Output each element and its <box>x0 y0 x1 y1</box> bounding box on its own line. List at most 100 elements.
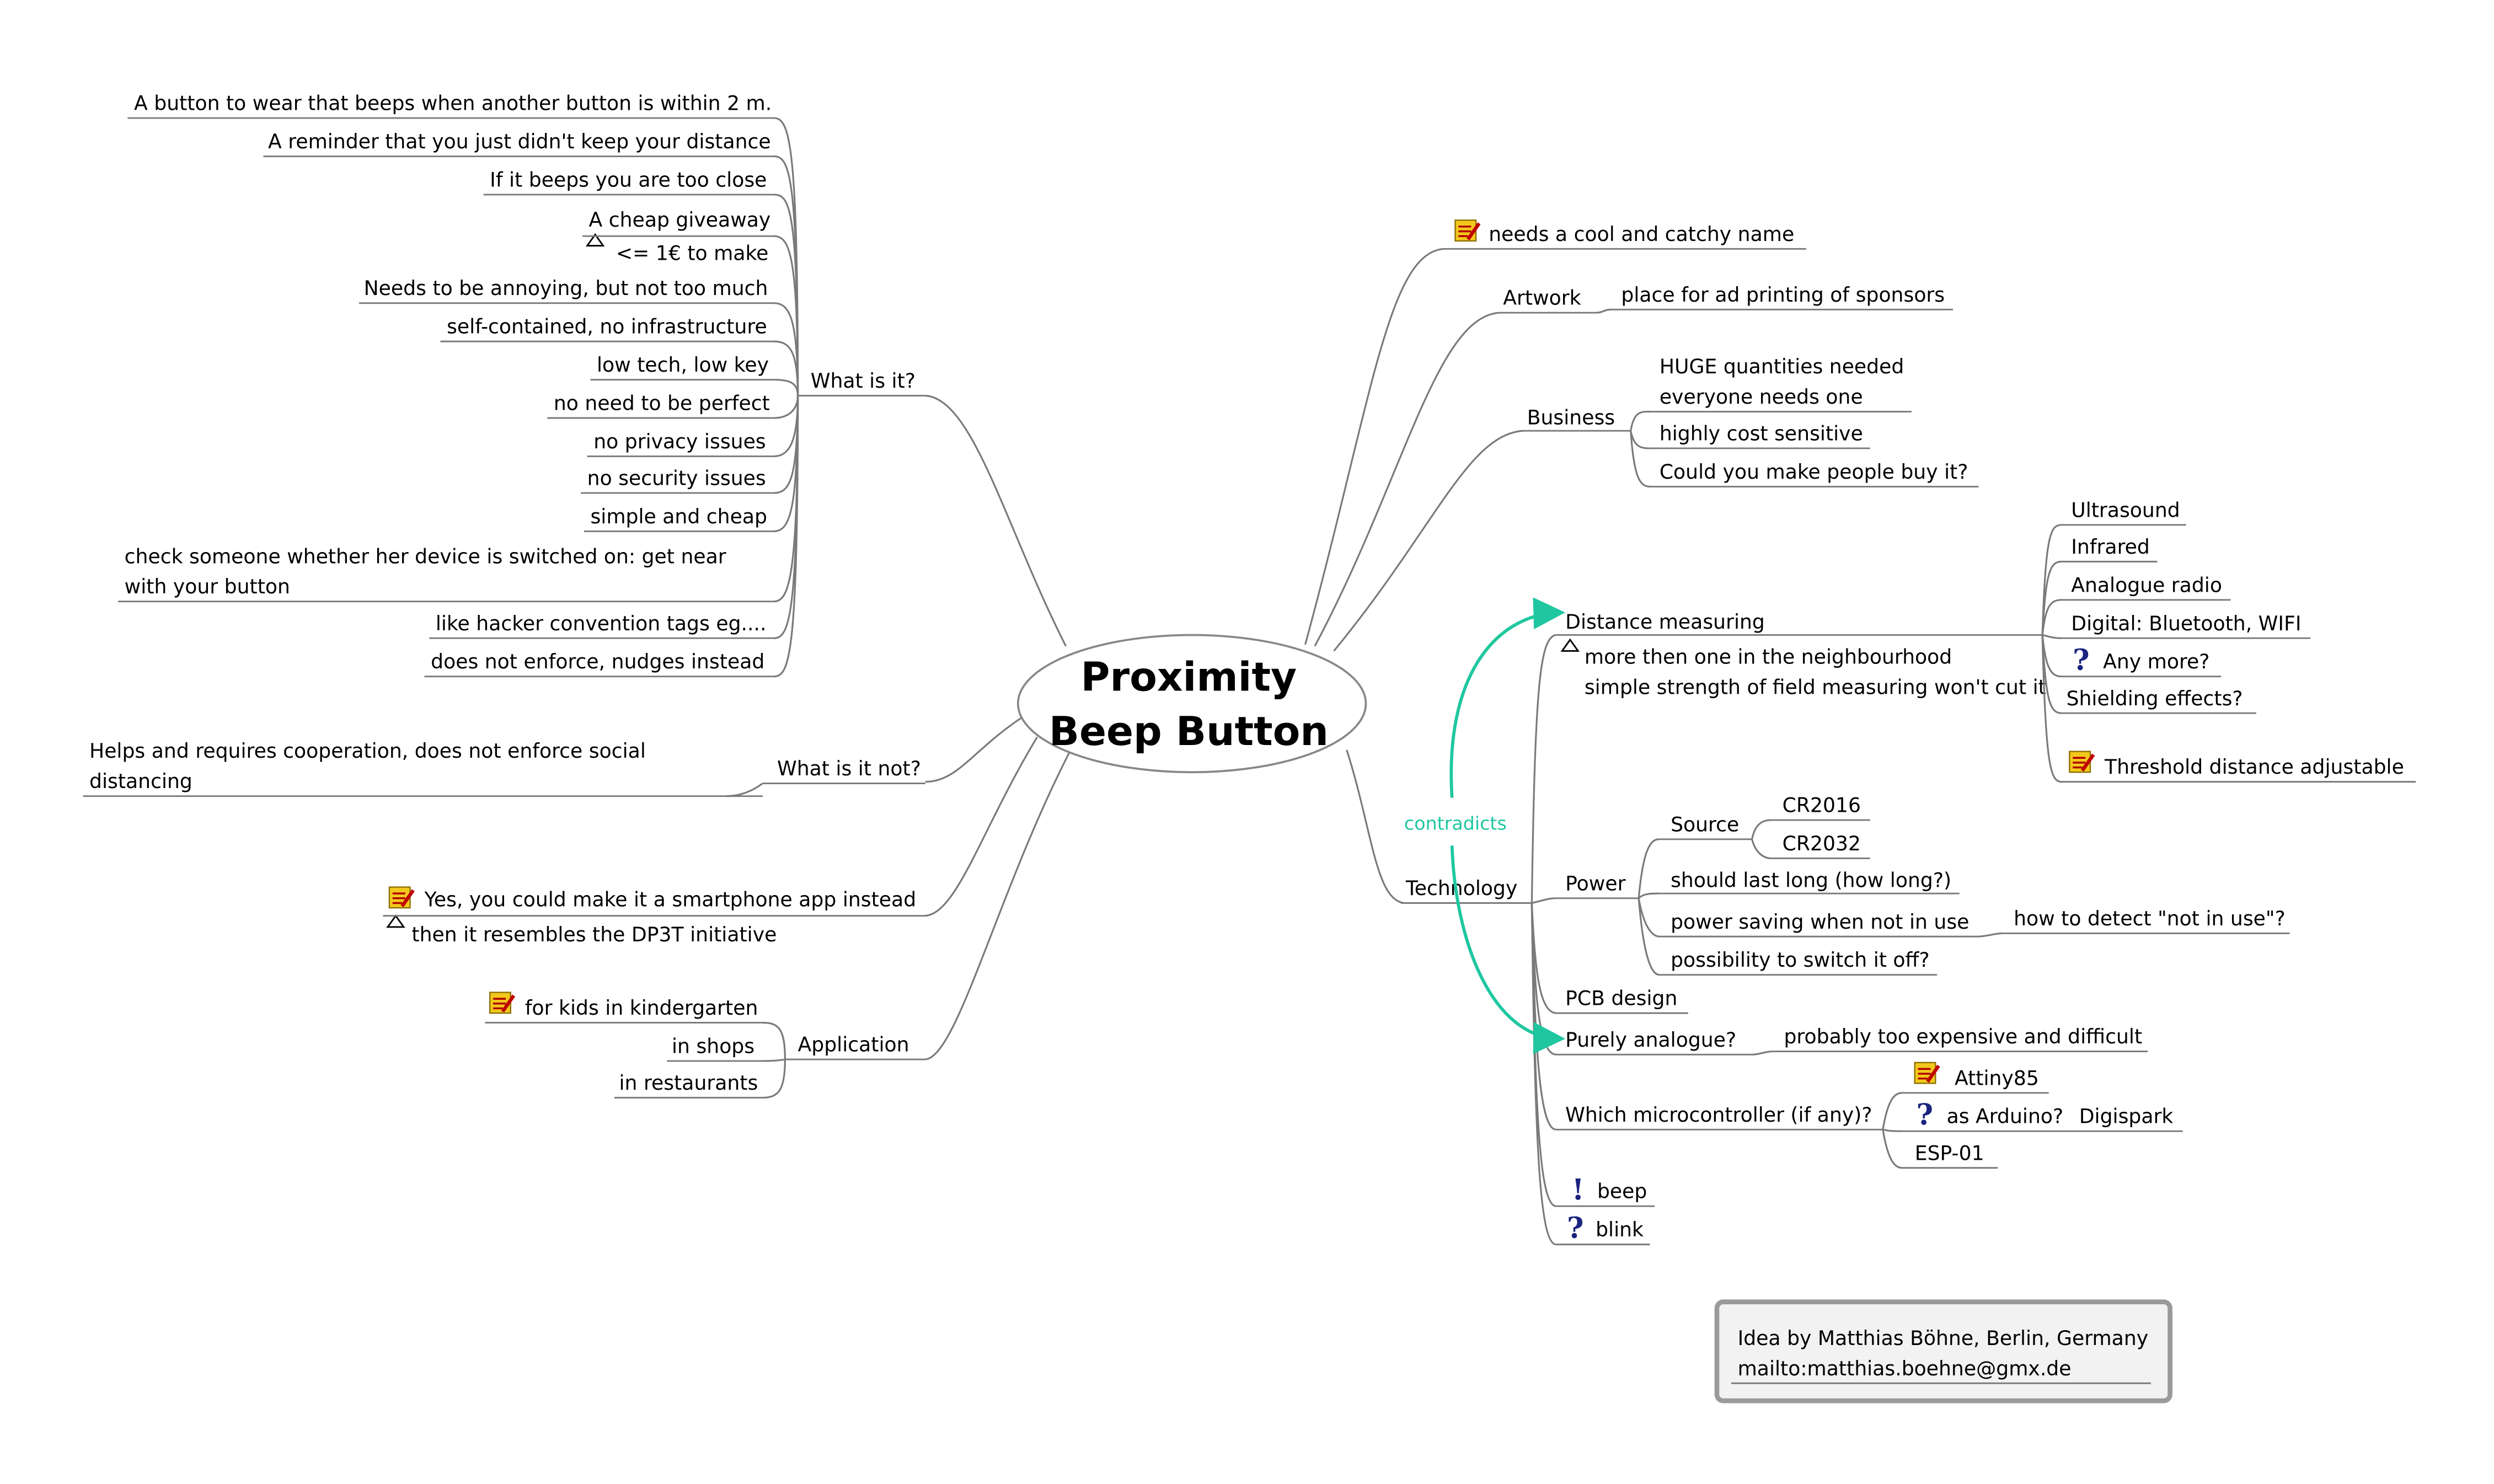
what-is-it-item-13b: with your button <box>125 575 290 598</box>
micro-item-digispark: Digispark <box>2079 1105 2174 1128</box>
exclamation-icon: ! <box>1572 1174 1585 1207</box>
what-is-it-item-9: no need to be perfect <box>554 392 770 415</box>
what-is-it-item-13a: check someone whether her device is swit… <box>125 544 726 568</box>
distance-item-threshold: Threshold distance adjustable <box>2104 755 2404 779</box>
distance-item-infrared: Infrared <box>2071 535 2150 559</box>
power-item-switch-off: possibility to switch it off? <box>1671 948 1930 972</box>
root-node[interactable]: Proximity Beep Button <box>1016 634 1367 774</box>
artwork-label: Artwork <box>1503 286 1581 310</box>
what-is-it-item-8: low tech, low key <box>597 353 769 377</box>
distance-item-shielding: Shielding effects? <box>2067 687 2243 710</box>
branch-what-is-it[interactable]: What is it? A button to wear that beeps … <box>118 92 925 678</box>
technology-label: Technology <box>1405 876 1518 900</box>
distance-item-analogue-radio: Analogue radio <box>2071 573 2222 597</box>
distance-note-2: simple strength of field measuring won't… <box>1585 675 2046 699</box>
micro-item-attiny85: Attiny85 <box>1955 1066 2039 1090</box>
what-is-it-item-7: self-contained, no infrastructure <box>447 315 767 339</box>
artwork-item: place for ad printing of sponsors <box>1621 283 1945 307</box>
node-pcb-design[interactable]: PCB design <box>1555 987 1688 1014</box>
what-is-it-not-item-1a: Helps and requires cooperation, does not… <box>89 739 646 763</box>
micro-label: Which microcontroller (if any)? <box>1565 1103 1872 1127</box>
note-icon <box>1455 220 1479 241</box>
business-label: Business <box>1527 406 1615 430</box>
what-is-it-not-label: What is it not? <box>777 757 921 780</box>
application-item-2: in shops <box>672 1034 754 1058</box>
branch-name-note[interactable]: needs a cool and catchy name <box>1444 220 1806 250</box>
power-detect-not-in-use: how to detect "not in use"? <box>2014 907 2286 930</box>
power-item-saving: power saving when not in use <box>1671 910 1969 934</box>
credit-line2[interactable]: mailto:matthias.boehne@gmx.de <box>1738 1357 2072 1380</box>
analogue-label: Purely analogue? <box>1565 1028 1736 1052</box>
what-is-it-item-1: A button to wear that beeps when another… <box>134 92 772 115</box>
what-is-it-not-item-1b: distancing <box>89 769 192 793</box>
note-icon <box>2069 752 2093 773</box>
credit-line1: Idea by Matthias Böhne, Berlin, Germany <box>1738 1326 2149 1350</box>
business-item-4: Could you make people buy it? <box>1660 460 1968 484</box>
what-is-it-item-3: If it beeps you are too close <box>490 168 767 191</box>
distance-label: Distance measuring <box>1565 610 1765 634</box>
question-icon: ? <box>1567 1212 1584 1245</box>
power-source-cr2032: CR2032 <box>1783 832 1861 855</box>
branch-what-is-it-not[interactable]: What is it not? Helps and requires coope… <box>83 739 925 797</box>
node-distance-measuring[interactable]: Distance measuring more then one in the … <box>1555 498 2416 783</box>
power-source-label: Source <box>1671 812 1739 836</box>
note-icon <box>490 993 513 1014</box>
branch-technology[interactable]: Technology Distance measuring more then … <box>1401 498 2416 1246</box>
branch-application[interactable]: Application for kids in kindergarten in … <box>485 993 925 1099</box>
root-title-line1: Proximity <box>1081 655 1297 701</box>
relation-arrow-up <box>1449 597 1566 798</box>
note-icon <box>389 887 413 908</box>
business-item-3: highly cost sensitive <box>1660 421 1863 445</box>
smartphone-line2: then it resembles the DP3T initiative <box>411 923 777 946</box>
application-item-1: for kids in kindergarten <box>525 996 758 1020</box>
mind-map-svg: Proximity Beep Button What is it? A butt… <box>83 92 2416 1403</box>
power-item-last-long: should last long (how long?) <box>1671 869 1951 892</box>
blink-label: blink <box>1596 1218 1644 1241</box>
power-source-cr2016: CR2016 <box>1783 794 1861 817</box>
smartphone-line1: Yes, you could make it a smartphone app … <box>424 887 917 911</box>
distance-item-ultrasound: Ultrasound <box>2071 498 2180 522</box>
what-is-it-item-12: simple and cheap <box>590 505 767 528</box>
credit-box: Idea by Matthias Böhne, Berlin, Germany … <box>1714 1299 2172 1403</box>
branch-business[interactable]: Business HUGE quantities needed everyone… <box>1523 355 1979 487</box>
node-microcontroller[interactable]: Which microcontroller (if any)? Attiny85… <box>1555 1063 2183 1169</box>
node-purely-analogue[interactable]: Purely analogue? probably too expensive … <box>1555 1025 2148 1056</box>
what-is-it-item-14: like hacker convention tags eg.... <box>436 612 767 635</box>
what-is-it-label: What is it? <box>811 369 916 393</box>
beep-label: beep <box>1597 1180 1647 1203</box>
micro-item-esp01: ESP-01 <box>1915 1141 1984 1165</box>
power-label: Power <box>1565 871 1625 895</box>
question-icon: ? <box>1917 1099 1934 1132</box>
what-is-it-item-15: does not enforce, nudges instead <box>431 650 764 673</box>
business-item-1: HUGE quantities needed <box>1660 355 1904 378</box>
attached-note-icon <box>386 914 405 928</box>
name-note-label: needs a cool and catchy name <box>1489 222 1794 246</box>
node-power[interactable]: Power Source CR2016 CR2032 should last l… <box>1555 794 2290 976</box>
branch-artwork[interactable]: Artwork place for ad printing of sponsor… <box>1500 283 1954 314</box>
micro-item-as-arduino: as Arduino? <box>1947 1105 2064 1128</box>
attached-note-icon <box>1560 638 1580 652</box>
business-item-2: everyone needs one <box>1660 385 1863 409</box>
node-blink[interactable]: ? blink <box>1555 1212 1650 1246</box>
relation-arrow-down <box>1450 845 1566 1054</box>
note-icon <box>1915 1063 1939 1084</box>
distance-note-1: more then one in the neighbourhood <box>1585 645 1952 669</box>
what-is-it-item-6: Needs to be annoying, but not too much <box>364 276 768 300</box>
pcb-label: PCB design <box>1565 987 1677 1010</box>
question-icon: ? <box>2073 644 2090 677</box>
branch-smartphone[interactable]: Yes, you could make it a smartphone app … <box>383 887 925 946</box>
what-is-it-item-10: no privacy issues <box>593 430 766 453</box>
application-label: Application <box>798 1033 909 1057</box>
what-is-it-item-5: <= 1€ to make <box>616 242 769 265</box>
what-is-it-item-11: no security issues <box>587 467 766 490</box>
relation-label: contradicts <box>1404 812 1507 834</box>
what-is-it-item-2: A reminder that you just didn't keep you… <box>268 130 771 153</box>
application-item-3: in restaurants <box>619 1071 758 1095</box>
distance-item-any-more: Any more? <box>2103 650 2209 673</box>
mind-map-canvas: Proximity Beep Button What is it? A butt… <box>0 0 2494 1484</box>
analogue-item: probably too expensive and difficult <box>1784 1025 2142 1048</box>
distance-item-digital: Digital: Bluetooth, WIFI <box>2071 612 2301 635</box>
what-is-it-item-4: A cheap giveaway <box>589 208 771 232</box>
node-beep[interactable]: ! beep <box>1555 1174 1655 1207</box>
root-title-line2: Beep Button <box>1049 709 1329 755</box>
